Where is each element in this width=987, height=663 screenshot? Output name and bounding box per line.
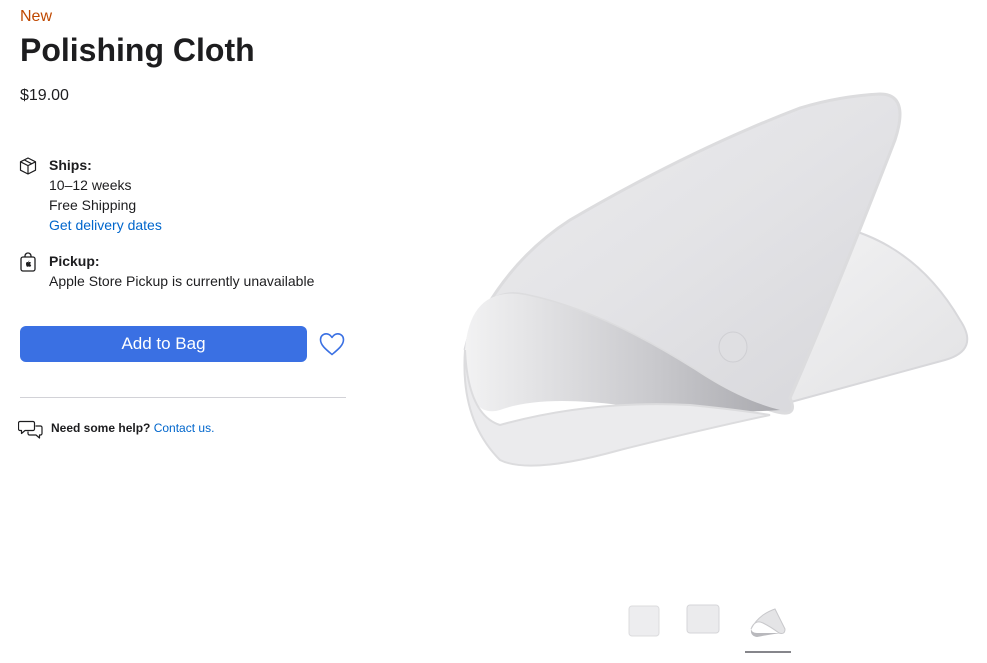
thumbnail-cloth-flat-front[interactable] xyxy=(628,605,660,637)
ships-label: Ships: xyxy=(49,157,92,173)
add-to-bag-button[interactable]: Add to Bag xyxy=(20,326,307,362)
pickup-status: Apple Store Pickup is currently unavaila… xyxy=(49,273,315,289)
product-price: $19.00 xyxy=(20,87,69,104)
new-badge: New xyxy=(20,8,53,25)
thumbnail-cloth-folded[interactable] xyxy=(745,603,791,639)
shopping-bag-icon xyxy=(20,252,36,272)
contact-us-link[interactable]: Contact us. xyxy=(154,421,215,435)
get-delivery-dates-link[interactable]: Get delivery dates xyxy=(49,215,162,235)
box-icon xyxy=(19,157,37,175)
thumbnail-cloth-flat-angled[interactable] xyxy=(686,604,720,634)
help-prompt: Need some help? xyxy=(51,421,151,435)
product-title: Polishing Cloth xyxy=(20,32,255,68)
selected-thumbnail-indicator xyxy=(745,651,791,653)
heart-icon[interactable] xyxy=(317,329,347,359)
shipping-cost: Free Shipping xyxy=(49,197,137,213)
section-divider xyxy=(20,397,346,398)
chat-bubbles-icon xyxy=(18,420,43,439)
shipping-timeframe: 10–12 weeks xyxy=(49,177,132,193)
pickup-label: Pickup: xyxy=(49,253,100,269)
product-image xyxy=(463,92,969,467)
